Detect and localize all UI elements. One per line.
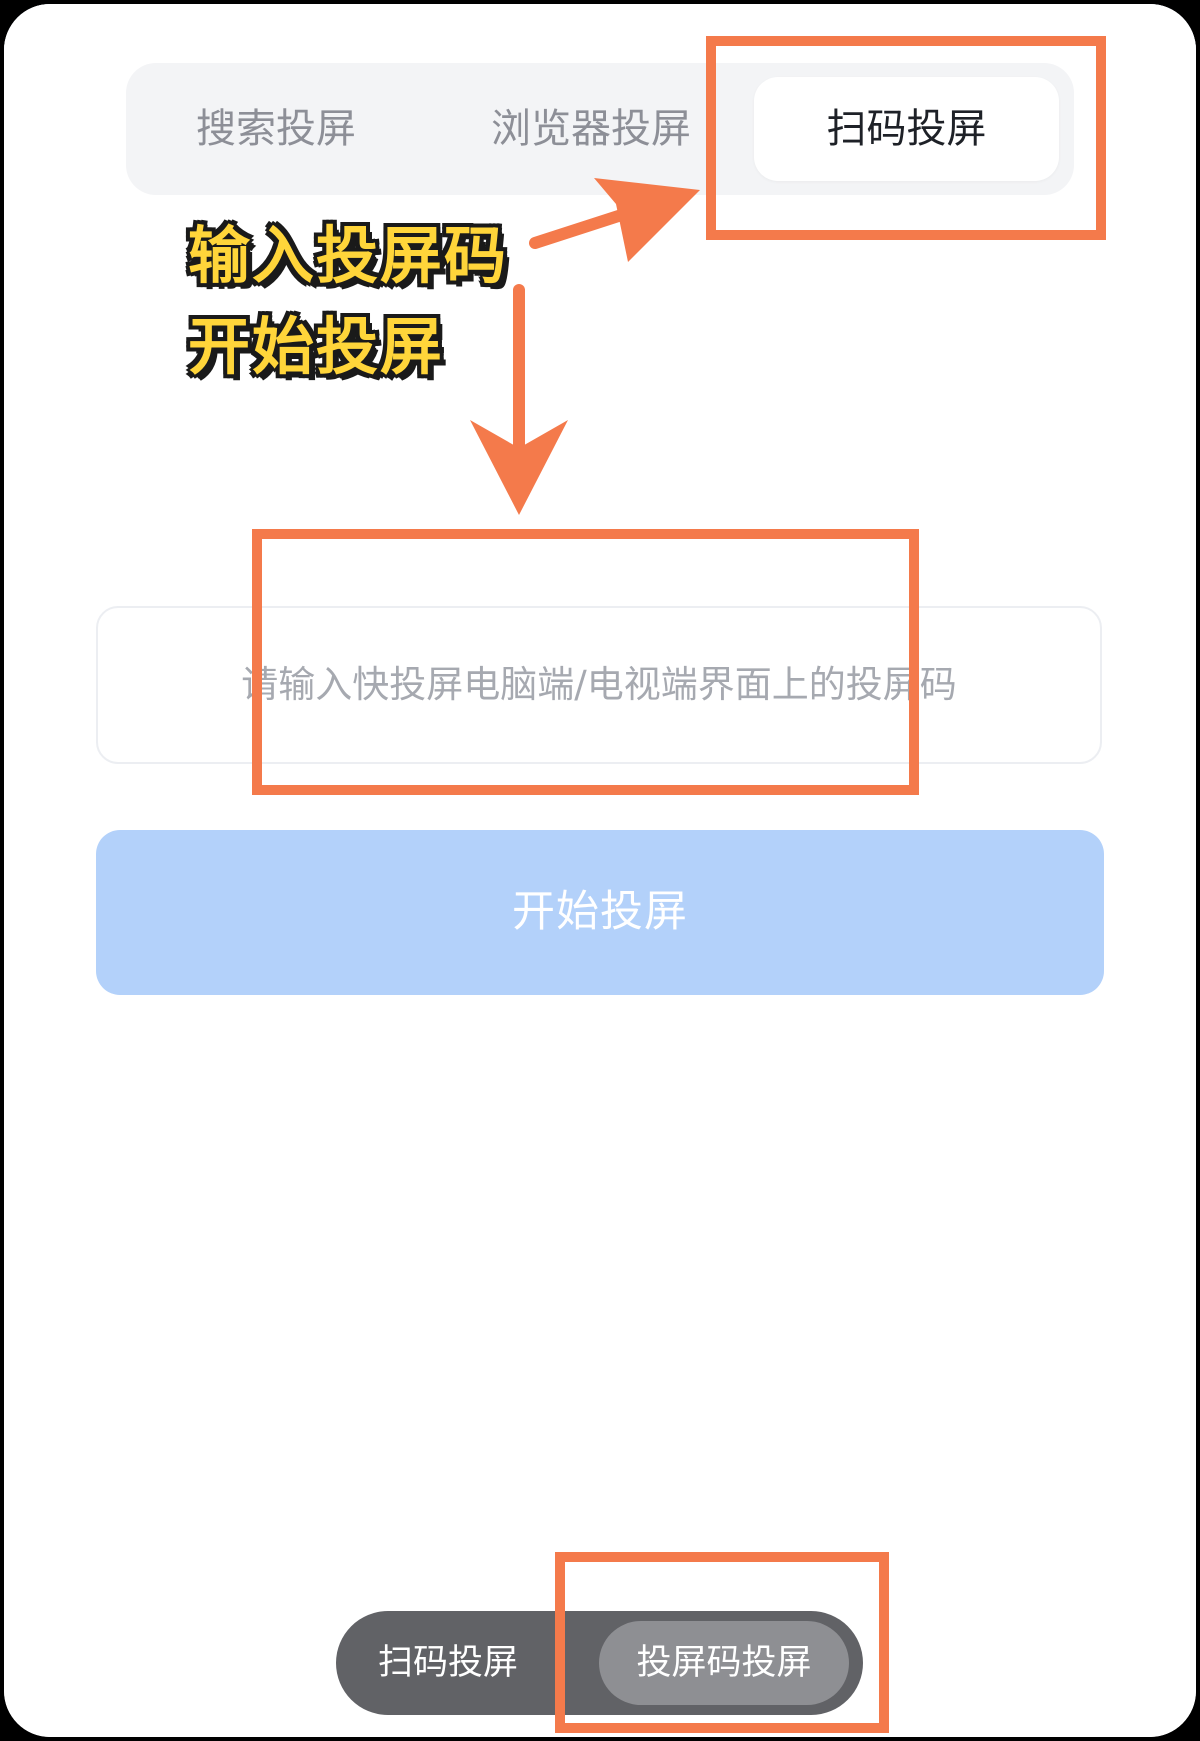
annotation-arrows	[470, 178, 700, 515]
